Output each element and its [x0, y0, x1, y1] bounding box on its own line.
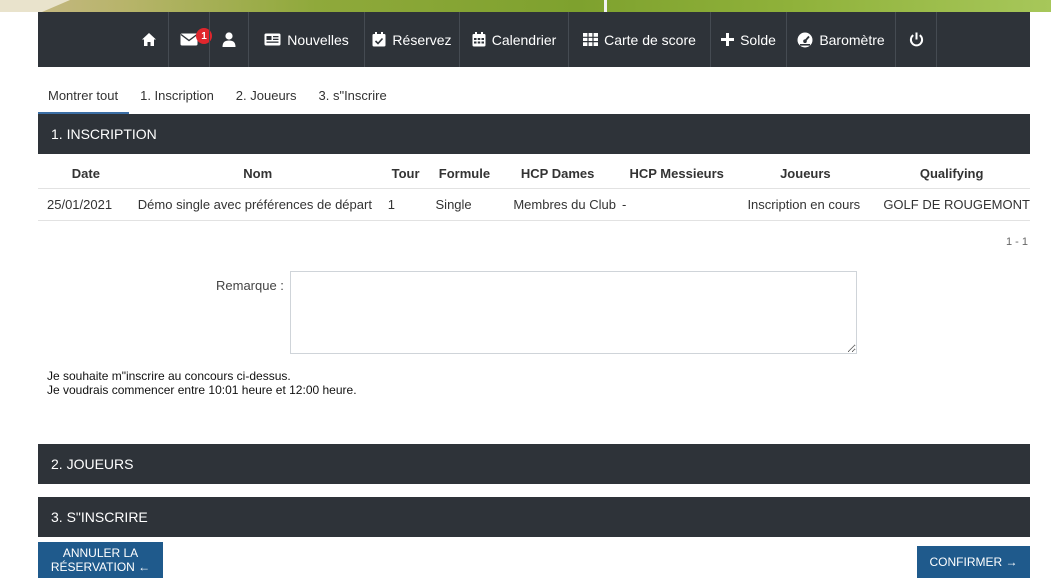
table-cell: 1 — [381, 188, 430, 221]
section-header-register[interactable]: 3. S"INSCRIRE — [38, 497, 1030, 537]
cancel-button-line1: ANNULER LA — [62, 546, 139, 560]
tab-players[interactable]: 2. Joueurs — [225, 84, 308, 114]
remark-textarea[interactable] — [290, 271, 857, 354]
nav-reserve-label: Réservez — [392, 31, 452, 48]
column-header[interactable]: Tour — [381, 160, 430, 189]
profile-button[interactable] — [210, 12, 248, 67]
section-title: 1. INSCRIPTION — [51, 126, 157, 142]
table-cell: Inscription en cours — [737, 188, 874, 221]
nav-news-label: Nouvelles — [287, 31, 349, 48]
gauge-icon — [797, 32, 813, 47]
column-header[interactable]: Qualifying — [873, 160, 1030, 189]
tab-show-all[interactable]: Montrer tout — [38, 84, 130, 114]
registration-message: Je souhaite m"inscrire au concours ci-de… — [47, 369, 291, 383]
section-title: 2. JOUEURS — [51, 456, 134, 472]
home-icon — [142, 33, 156, 46]
table-cell: Démo single avec préférences de départ — [133, 188, 382, 221]
column-header[interactable]: Date — [38, 160, 134, 189]
nav-scorecard-label: Carte de score — [604, 31, 696, 48]
newspaper-icon — [264, 33, 281, 46]
column-header[interactable]: HCP Messieurs — [615, 160, 738, 189]
section-tabs: Montrer tout 1. Inscription 2. Joueurs 3… — [38, 84, 398, 114]
nav-reserve[interactable]: Réservez — [365, 12, 459, 67]
table-row[interactable]: 25/01/2021 Démo single avec préférences … — [38, 188, 1030, 221]
column-header[interactable]: Nom — [133, 160, 382, 189]
section-header-players[interactable]: 2. JOUEURS — [38, 444, 1030, 484]
nav-calendar[interactable]: Calendrier — [460, 12, 568, 67]
table-cell: GOLF DE ROUGEMONT — [873, 188, 1030, 221]
table-grid-icon — [583, 33, 599, 46]
plus-icon — [721, 33, 735, 46]
nav-balance-label: Solde — [740, 31, 776, 48]
user-icon — [222, 32, 236, 47]
header-banner — [0, 0, 1051, 12]
column-header[interactable]: Joueurs — [737, 160, 874, 189]
nav-news[interactable]: Nouvelles — [249, 12, 364, 67]
tab-register[interactable]: 3. s"Inscrire — [308, 84, 398, 114]
table-cell: Single — [429, 188, 500, 221]
home-button[interactable] — [130, 12, 168, 67]
calendar-check-icon — [372, 32, 386, 47]
remark-label: Remarque : — [216, 278, 284, 293]
cancel-button-line2: RÉSERVATION ← — [50, 560, 151, 574]
confirm-button[interactable]: CONFIRMER → — [917, 546, 1030, 578]
start-time-message: Je voudrais commencer entre 10:01 heure … — [47, 383, 357, 397]
section-header-inscription[interactable]: 1. INSCRIPTION — [38, 114, 1030, 154]
column-header[interactable]: Formule — [429, 160, 500, 189]
calendar-icon — [472, 32, 486, 47]
nav-scorecard[interactable]: Carte de score — [569, 12, 710, 67]
table-cell: - — [615, 188, 738, 221]
logout-button[interactable] — [896, 12, 936, 67]
nav-barometer-label: Baromètre — [819, 31, 885, 48]
table-cell: Membres du Club — [499, 188, 616, 221]
table-header-row: Date Nom Tour Formule HCP Dames HCP Mess… — [38, 160, 1030, 189]
pagination-info: 1 - 1 — [1006, 236, 1029, 248]
column-header[interactable]: HCP Dames — [499, 160, 616, 189]
cancel-reservation-button[interactable]: ANNULER LA RÉSERVATION ← — [38, 542, 163, 578]
nav-barometer[interactable]: Baromètre — [787, 12, 895, 67]
section-title: 3. S"INSCRIRE — [51, 509, 148, 525]
main-navbar: 1 Nouvelles Réservez Calendrier Carte de… — [38, 12, 1030, 67]
table-cell: 25/01/2021 — [38, 188, 134, 221]
power-icon — [909, 32, 923, 47]
nav-calendar-label: Calendrier — [491, 31, 557, 48]
tab-inscription[interactable]: 1. Inscription — [129, 84, 225, 114]
competition-table: Date Nom Tour Formule HCP Dames HCP Mess… — [38, 160, 1030, 221]
nav-balance[interactable]: Solde — [711, 12, 786, 67]
